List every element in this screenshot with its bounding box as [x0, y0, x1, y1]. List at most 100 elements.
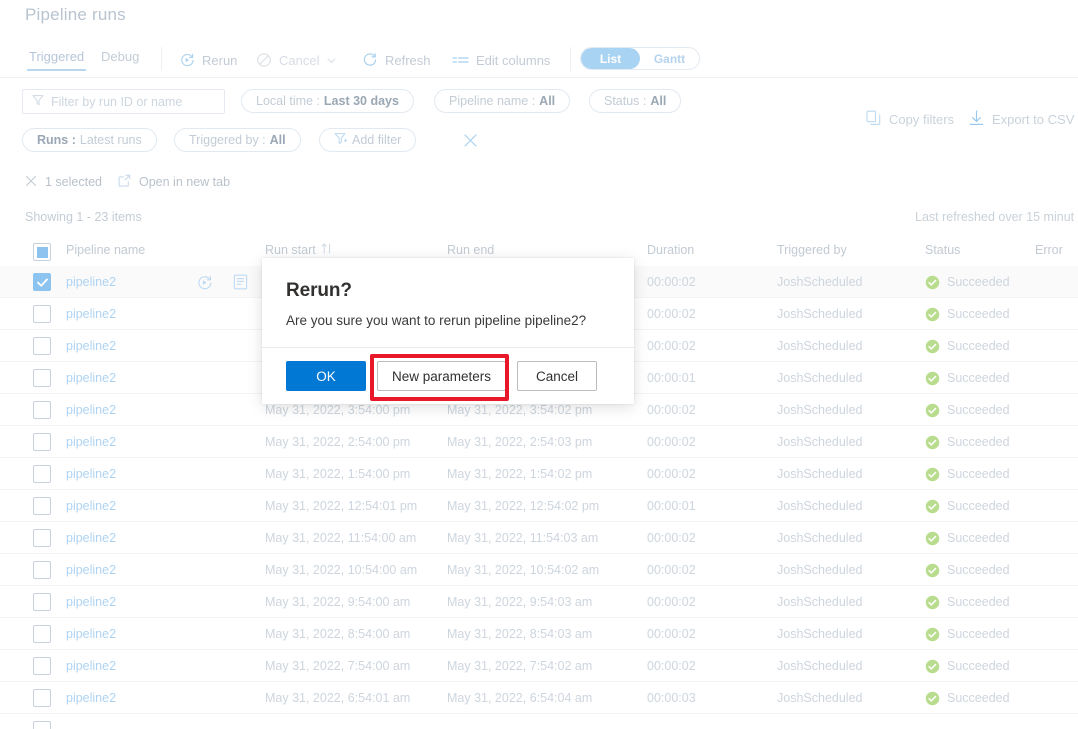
filter-chip-runs-label: Runs : [37, 133, 76, 147]
view-toggle-list[interactable]: List [581, 48, 640, 69]
table-row[interactable]: pipeline2May 31, 2022, 10:54:00 amMay 31… [0, 554, 1078, 586]
cell-pipeline-name[interactable]: pipeline2 [66, 394, 116, 426]
column-header-duration[interactable]: Duration [647, 243, 694, 257]
filter-chip-pipeline-name[interactable]: Pipeline name : All [434, 89, 570, 113]
table-row[interactable]: pipeline2May 31, 2022, 12:54:01 pmMay 31… [0, 490, 1078, 522]
checkbox-check-icon [36, 276, 49, 289]
cell-duration: 00:00:02 [647, 554, 696, 586]
row-checkbox[interactable] [33, 433, 51, 451]
rerun-dialog-footer: OK New parameters Cancel [262, 347, 634, 404]
edit-columns-button[interactable]: Edit columns [452, 48, 550, 72]
column-header-run-start[interactable]: Run start [265, 243, 334, 257]
refresh-button[interactable]: Refresh [362, 48, 431, 72]
cell-pipeline-name[interactable]: pipeline2 [66, 650, 116, 682]
cell-pipeline-name[interactable]: pipeline2 [66, 458, 116, 490]
column-header-run-end[interactable]: Run end [447, 243, 494, 257]
command-bar: Triggered Debug Rerun Cancel [0, 42, 1078, 78]
clear-filters-button[interactable] [459, 129, 481, 151]
row-checkbox[interactable] [33, 593, 51, 611]
cell-pipeline-name[interactable]: pipeline2 [66, 362, 116, 394]
open-in-new-tab-button[interactable]: Open in new tab [118, 172, 230, 192]
cell-pipeline-name[interactable]: pipeline2 [66, 490, 116, 522]
filter-chip-local-time[interactable]: Local time : Last 30 days [241, 89, 414, 113]
checkbox-indeterminate-mark [37, 247, 48, 258]
toolbar-divider-2 [570, 47, 571, 71]
row-checkbox[interactable] [33, 721, 51, 729]
row-rerun-icon [196, 274, 213, 291]
cell-run-end: May 31, 2022, 9:54:03 am [447, 586, 592, 618]
row-consumption-button[interactable] [233, 274, 248, 290]
row-checkbox[interactable] [33, 561, 51, 579]
filter-icon [32, 93, 44, 111]
column-header-triggered-by[interactable]: Triggered by [777, 243, 847, 257]
row-checkbox[interactable] [33, 625, 51, 643]
cell-pipeline-name[interactable]: pipeline2 [66, 298, 116, 330]
selected-count-label: 1 selected [45, 175, 102, 189]
row-checkbox[interactable] [33, 305, 51, 323]
table-row[interactable]: pipeline2May 31, 2022, 11:54:00 amMay 31… [0, 522, 1078, 554]
filter-chip-triggered-by[interactable]: Triggered by : All [174, 128, 301, 152]
view-toggle-gantt[interactable]: Gantt [640, 48, 699, 69]
row-checkbox[interactable] [33, 497, 51, 515]
cell-pipeline-name[interactable]: pipeline2 [66, 618, 116, 650]
cell-status: Succeeded [925, 522, 1010, 554]
row-checkbox[interactable] [33, 337, 51, 355]
tab-triggered[interactable]: Triggered [27, 45, 86, 71]
cell-pipeline-name[interactable]: pipeline2 [66, 522, 116, 554]
table-row[interactable]: pipeline2May 31, 2022, 1:54:00 pmMay 31,… [0, 458, 1078, 490]
filter-chip-local-time-value: Last 30 days [324, 94, 399, 108]
table-row[interactable]: pipeline2May 31, 2022, 2:54:00 pmMay 31,… [0, 426, 1078, 458]
cell-pipeline-name[interactable]: pipeline2 [66, 330, 116, 362]
cell-run-end: May 31, 2022, 10:54:02 am [447, 554, 599, 586]
cell-pipeline-name[interactable]: pipeline2 [66, 586, 116, 618]
table-row[interactable]: pipeline2May 31, 2022, 8:54:00 amMay 31,… [0, 618, 1078, 650]
table-row[interactable] [0, 714, 1078, 729]
rerun-button[interactable]: Rerun [179, 48, 237, 72]
add-filter-button[interactable]: Add filter [319, 128, 416, 152]
chevron-down-icon[interactable] [326, 55, 337, 66]
select-all-checkbox[interactable] [33, 243, 51, 261]
cell-triggered-by: JoshScheduled [777, 618, 862, 650]
cell-run-start: May 31, 2022, 9:54:00 am [265, 586, 410, 618]
column-header-error[interactable]: Error [1035, 243, 1063, 257]
filter-chip-runs[interactable]: Runs : Latest runs [22, 128, 157, 152]
cell-run-start: May 31, 2022, 12:54:01 pm [265, 490, 417, 522]
row-checkbox[interactable] [33, 401, 51, 419]
clear-selection-button[interactable]: 1 selected [25, 172, 102, 192]
cancel-button[interactable]: Cancel [256, 48, 337, 72]
search-input[interactable]: Filter by run ID or name [22, 89, 225, 114]
cell-pipeline-name[interactable]: pipeline2 [66, 554, 116, 586]
row-checkbox[interactable] [33, 465, 51, 483]
filter-chip-pipeline-name-value: All [539, 94, 555, 108]
column-header-pipeline-name[interactable]: Pipeline name [66, 243, 145, 257]
cell-duration: 00:00:02 [647, 458, 696, 490]
export-csv-button[interactable]: Export to CSV [969, 108, 1074, 130]
row-checkbox[interactable] [33, 689, 51, 707]
cell-pipeline-name[interactable]: pipeline2 [66, 266, 116, 298]
status-label: Succeeded [947, 659, 1010, 673]
rerun-dialog: Rerun? Are you sure you want to rerun pi… [262, 258, 634, 404]
cell-pipeline-name[interactable]: pipeline2 [66, 682, 116, 714]
column-header-status[interactable]: Status [925, 243, 960, 257]
row-rerun-button[interactable] [196, 274, 213, 291]
new-parameters-button[interactable]: New parameters [377, 361, 506, 391]
ok-button[interactable]: OK [286, 361, 366, 391]
tab-debug[interactable]: Debug [99, 45, 141, 71]
cell-duration: 00:00:02 [647, 298, 696, 330]
row-checkbox[interactable] [33, 657, 51, 675]
row-checkbox[interactable] [33, 529, 51, 547]
cell-status: Succeeded [925, 554, 1010, 586]
cell-pipeline-name[interactable]: pipeline2 [66, 426, 116, 458]
table-row[interactable]: pipeline2 May 31, 2022, 9:54:00 am May 31,… [0, 586, 1078, 618]
add-filter-icon [334, 132, 348, 148]
edit-columns-icon [452, 53, 469, 67]
cancel-dialog-button[interactable]: Cancel [517, 361, 597, 391]
copy-filters-button[interactable]: Copy filters [866, 108, 954, 130]
filter-chip-status[interactable]: Status : All [589, 89, 681, 113]
row-checkbox[interactable] [33, 273, 51, 291]
cell-run-start: May 31, 2022, 1:54:00 pm [265, 458, 410, 490]
table-row[interactable]: pipeline2May 31, 2022, 7:54:00 amMay 31,… [0, 650, 1078, 682]
table-row[interactable]: pipeline2May 31, 2022, 6:54:01 amMay 31,… [0, 682, 1078, 714]
row-checkbox[interactable] [33, 369, 51, 387]
success-icon [925, 467, 940, 482]
